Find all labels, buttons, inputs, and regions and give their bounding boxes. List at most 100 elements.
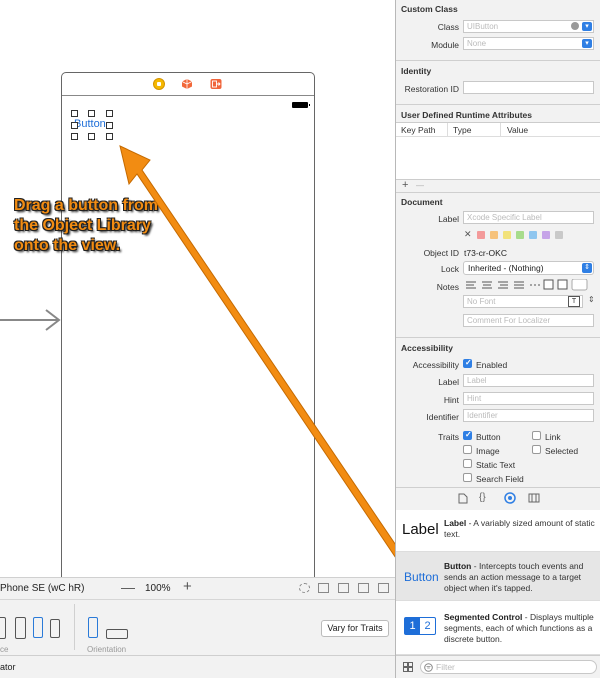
font-field[interactable]: No Font (463, 295, 583, 308)
library-item-desc: - A variably sized amount of static text… (444, 518, 595, 539)
library-item-text: Button - Intercepts touch events and sen… (444, 561, 594, 594)
custom-class-title: Custom Class (401, 4, 458, 14)
view-controller-scene[interactable] (61, 72, 315, 577)
go-to-class-icon[interactable] (571, 22, 579, 30)
orientation-landscape-icon[interactable] (106, 629, 128, 639)
comment-localizer-field[interactable]: Comment For Localizer (463, 314, 594, 327)
resize-handle[interactable] (106, 110, 113, 117)
resize-handle[interactable] (71, 133, 78, 140)
instruction-callout: Drag a button from the Object Library on… (14, 197, 158, 254)
resolve-issues-icon[interactable] (378, 583, 389, 593)
color-swatch[interactable] (516, 231, 524, 239)
device-ipad-icon[interactable] (0, 617, 6, 639)
ax-label-field[interactable]: Label (463, 374, 594, 387)
button-element[interactable]: Button (74, 118, 106, 130)
grid-view-icon[interactable] (403, 662, 413, 672)
exit-icon[interactable] (210, 78, 222, 90)
chevron-updown-icon[interactable]: ⇕ (582, 263, 592, 273)
module-label: Module (431, 40, 459, 50)
ax-hint-field[interactable]: Hint (463, 392, 594, 405)
trait-static-text-checkbox[interactable] (463, 459, 472, 468)
document-label-field[interactable]: Xcode Specific Label (463, 211, 594, 224)
column-header[interactable]: Key Path (401, 125, 436, 135)
library-item-segmented-control[interactable]: 1 2 Segmented Control - Displays multipl… (396, 601, 600, 655)
divider (396, 337, 600, 338)
trait-button-checkbox[interactable] (463, 430, 472, 440)
library-item-text: Label - A variably sized amount of stati… (444, 518, 596, 540)
media-library-icon[interactable] (528, 493, 540, 503)
storyboard-canvas[interactable]: Button Drag a button from the Object Lib… (0, 0, 395, 577)
button-object-icon: Button (404, 570, 439, 584)
label-object-icon: Label (402, 521, 439, 538)
library-item-button[interactable]: Button Button - Intercepts touch events … (396, 552, 600, 601)
lock-label: Lock (441, 264, 459, 274)
chevron-down-icon[interactable]: ▾ (582, 39, 592, 48)
orientation-portrait-icon[interactable] (88, 617, 98, 638)
color-swatch[interactable] (529, 231, 537, 239)
lock-popup[interactable]: Inherited - (Nothing) ⇕ (463, 261, 594, 275)
trait-image-checkbox[interactable] (463, 445, 472, 454)
status-text: ator (0, 662, 16, 672)
accessibility-enabled-checkbox[interactable] (463, 358, 472, 368)
filter-input[interactable]: Filter (420, 660, 597, 674)
column-header[interactable]: Type (453, 125, 471, 135)
zoom-in-button[interactable]: + (183, 578, 192, 595)
color-swatch[interactable] (542, 231, 550, 239)
align-icon[interactable] (338, 583, 349, 593)
device-iphone-4s-icon[interactable] (50, 619, 60, 638)
runtime-attributes-table[interactable]: Key Path Type Value (396, 122, 600, 180)
add-attribute-button[interactable]: + (402, 179, 408, 191)
orientation-label: Orientation (87, 645, 127, 654)
ax-identifier-field[interactable]: Identifier (463, 409, 594, 422)
resize-handle[interactable] (106, 133, 113, 140)
resize-handle[interactable] (106, 122, 113, 129)
trait-search-field-checkbox[interactable] (463, 473, 472, 482)
device-config-label[interactable]: Phone SE (wC hR) (0, 583, 84, 594)
accessibility-label: Accessibility (412, 360, 459, 370)
color-swatch[interactable] (503, 231, 511, 239)
resize-handle[interactable] (71, 122, 78, 129)
zoom-out-button[interactable]: — (121, 579, 135, 595)
file-template-icon[interactable] (458, 493, 468, 504)
object-id-label: Object ID (423, 248, 459, 258)
class-label: Class (437, 22, 459, 32)
library-item-label[interactable]: Label Label - A variably sized amount of… (396, 510, 600, 552)
class-field[interactable]: UIButton ▾ (463, 20, 594, 33)
first-responder-icon[interactable] (181, 78, 193, 90)
view-controller-icon[interactable] (153, 78, 165, 90)
code-snippet-icon[interactable]: {} (479, 492, 486, 503)
align-center-icon (482, 281, 492, 289)
column-divider (447, 123, 448, 136)
clear-color-label-button[interactable]: ✕ (464, 229, 472, 240)
remove-attribute-button[interactable]: — (416, 181, 424, 190)
notes-label: Notes (436, 282, 459, 292)
object-library-icon[interactable] (504, 492, 516, 504)
device-iphone-se-icon[interactable] (33, 617, 43, 638)
trait-selected-checkbox[interactable] (532, 445, 541, 454)
more-options-icon (571, 279, 588, 291)
update-frames-icon[interactable] (299, 583, 310, 593)
divider (396, 192, 600, 193)
pin-icon[interactable] (358, 583, 369, 593)
runtime-attributes-title: User Defined Runtime Attributes (401, 110, 532, 120)
vary-for-traits-button[interactable]: Vary for Traits (321, 620, 389, 637)
segmented-control-icon: 1 2 (404, 617, 436, 635)
resize-handle[interactable] (88, 133, 95, 140)
resize-handle[interactable] (88, 110, 95, 117)
module-field[interactable]: None ▾ (463, 37, 594, 50)
color-swatch[interactable] (490, 231, 498, 239)
device-label: ce (0, 645, 9, 654)
color-swatch[interactable] (555, 231, 563, 239)
column-header[interactable]: Value (507, 125, 528, 135)
resize-handle[interactable] (71, 110, 78, 117)
device-iphone-plus-icon[interactable] (15, 617, 26, 639)
stepper-icon[interactable]: ⇕ (588, 295, 595, 304)
trait-selected-label: Selected (545, 446, 579, 456)
trait-link-checkbox[interactable] (532, 431, 541, 440)
stack-icon[interactable] (318, 583, 329, 593)
chevron-down-icon[interactable]: ▾ (582, 22, 592, 31)
color-swatch[interactable] (477, 231, 485, 239)
restoration-id-field[interactable] (463, 81, 594, 94)
font-picker-icon[interactable]: T (568, 296, 580, 307)
document-title: Document (401, 197, 443, 207)
